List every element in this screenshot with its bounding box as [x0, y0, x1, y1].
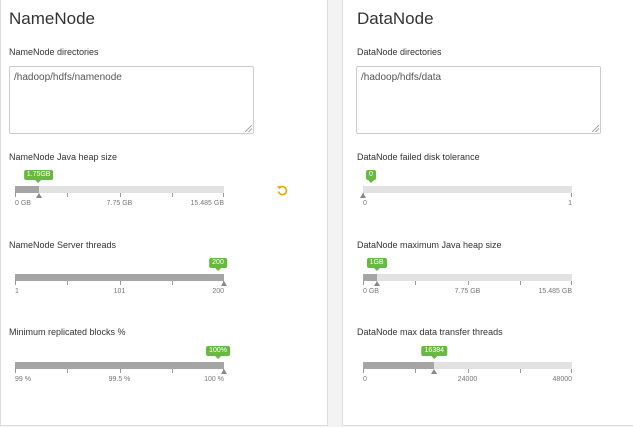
slider-handle[interactable]	[431, 369, 438, 374]
slider-tick-label: 99 %	[15, 376, 31, 383]
slider-value-badge: 0	[366, 170, 376, 183]
namenode-directories-label: NameNode directories	[9, 47, 99, 57]
namenode-threads-label: NameNode Server threads	[9, 240, 117, 250]
slider-value-badge: 100%	[206, 346, 230, 359]
datanode-directories-value: /hadoop/hdfs/data	[361, 72, 442, 83]
failed-disk-slider[interactable]: 0 1 0	[360, 168, 572, 207]
slider-value-badge: 200	[209, 258, 227, 271]
slider-tick	[467, 369, 469, 373]
slider-tick-label: 24000	[457, 376, 478, 383]
replicated-blocks-slider[interactable]: 99 % 99.5 % 100 % 100%	[15, 344, 230, 383]
slider-tick	[223, 193, 224, 197]
datanode-title: DataNode	[357, 9, 434, 28]
slider-tick	[15, 281, 16, 285]
datanode-heap-slider[interactable]: 0 GB 7.75 GB 15.485 GB 1GB	[363, 256, 572, 295]
slider-tick	[67, 369, 69, 373]
slider-tick-label: 7.75 GB	[454, 288, 481, 295]
slider-tick	[415, 369, 417, 373]
slider-handle[interactable]	[360, 193, 366, 198]
slider-value-badge: 1GB	[366, 258, 387, 271]
slider-handle[interactable]	[221, 281, 227, 286]
slider-tick	[67, 281, 69, 285]
slider-tick	[467, 281, 469, 285]
slider-tick	[15, 193, 16, 197]
slider-handle[interactable]	[221, 369, 227, 374]
slider-fill	[15, 362, 224, 369]
slider-fill	[363, 362, 435, 369]
slider-tick-label: 99.5 %	[108, 376, 131, 383]
namenode-heap-slider[interactable]: 0 GB 7.75 GB 15.485 GB 1.75GB	[15, 168, 224, 207]
slider-tick	[119, 193, 121, 197]
slider-fill	[15, 274, 224, 281]
namenode-heap-label: NameNode Java heap size	[9, 152, 118, 162]
slider-tick	[571, 281, 572, 285]
slider-tick-label: 0	[363, 200, 367, 207]
slider-tick-label: 100 %	[204, 376, 224, 383]
namenode-threads-slider[interactable]: 1 101 200 200	[15, 256, 227, 295]
transfer-threads-label: DataNode max data transfer threads	[357, 327, 503, 337]
slider-tick-label: 48000	[552, 376, 572, 383]
slider-tick	[571, 193, 572, 197]
transfer-threads-slider[interactable]: 0 24000 48000 16384	[363, 344, 572, 383]
slider-tick	[171, 369, 173, 373]
slider-handle[interactable]	[35, 193, 42, 198]
slider-tick-label: 0	[363, 376, 367, 383]
failed-disk-label: DataNode failed disk tolerance	[357, 152, 480, 162]
replicated-blocks-label: Minimum replicated blocks %	[9, 327, 126, 337]
slider-tick-label: 15.485 GB	[190, 200, 224, 207]
resize-grip-icon[interactable]	[592, 125, 599, 132]
datanode-directories-input[interactable]: /hadoop/hdfs/data	[356, 66, 601, 134]
slider-tick	[119, 369, 121, 373]
namenode-title: NameNode	[9, 9, 95, 28]
slider-tick	[519, 281, 521, 285]
slider-tick	[415, 281, 417, 285]
undo-icon[interactable]	[276, 184, 288, 196]
slider-tick-label: 1	[568, 200, 572, 207]
slider-tick-label: 1	[15, 288, 19, 295]
slider-tick-label: 0 GB	[15, 200, 31, 207]
slider-tick	[171, 193, 173, 197]
slider-tick	[571, 369, 572, 373]
slider-tick-label: 101	[113, 288, 126, 295]
slider-tick-label: 0 GB	[363, 288, 379, 295]
namenode-panel: NameNode NameNode directories /hadoop/hd…	[0, 0, 328, 426]
slider-tick	[119, 281, 121, 285]
slider-track[interactable]	[15, 186, 224, 193]
slider-tick-label: 200	[212, 288, 224, 295]
slider-track[interactable]	[363, 274, 572, 281]
slider-tick	[363, 369, 364, 373]
slider-track[interactable]	[363, 186, 572, 193]
slider-tick	[519, 369, 521, 373]
slider-tick-label: 15.485 GB	[538, 288, 572, 295]
slider-tick	[15, 369, 16, 373]
slider-fill	[363, 274, 377, 281]
namenode-directories-value: /hadoop/hdfs/namenode	[14, 72, 122, 83]
datanode-panel: DataNode DataNode directories /hadoop/hd…	[342, 0, 633, 426]
namenode-directories-input[interactable]: /hadoop/hdfs/namenode	[9, 66, 254, 134]
slider-value-badge: 1.75GB	[23, 170, 54, 183]
slider-tick	[363, 281, 364, 285]
slider-fill	[15, 186, 39, 193]
resize-grip-icon[interactable]	[245, 125, 252, 132]
slider-value-badge: 16384	[421, 346, 447, 359]
datanode-directories-label: DataNode directories	[357, 47, 442, 57]
slider-handle[interactable]	[373, 281, 380, 286]
slider-tick	[171, 281, 173, 285]
slider-tick	[67, 193, 69, 197]
datanode-heap-label: DataNode maximum Java heap size	[357, 240, 502, 250]
slider-tick-label: 7.75 GB	[106, 200, 133, 207]
